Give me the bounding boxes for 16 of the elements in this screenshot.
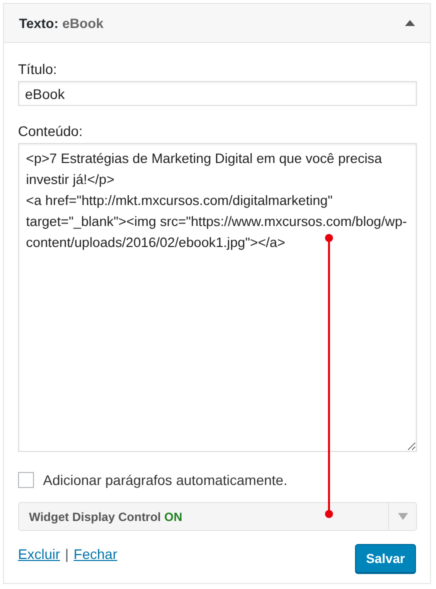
title-input[interactable]: eBook bbox=[18, 81, 417, 106]
content-textarea[interactable]: <p>7 Estratégias de Marketing Digital em que você precisa investir já!</p> <a href="http://mkt.mxcursos.com/digitalmarketing" target="_blank"><img src="https://www.mxcursos.com/blog/wp-content/uploads/2016/02/ebook1.jpg"></a> bbox=[18, 143, 417, 452]
title-label: Título: bbox=[18, 60, 58, 78]
delete-link[interactable]: Excluir bbox=[18, 546, 60, 562]
widget-title: Texto: eBook bbox=[19, 16, 104, 30]
collapse-arrow-icon[interactable] bbox=[405, 20, 415, 26]
link-separator: | bbox=[65, 546, 69, 562]
content-label: Conteúdo: bbox=[18, 122, 84, 140]
display-control-label: Widget Display Control ON bbox=[28, 510, 182, 524]
auto-paragraphs-checkbox[interactable] bbox=[18, 472, 34, 488]
display-control-dropdown[interactable]: Widget Display Control ON bbox=[18, 502, 417, 531]
auto-paragraphs-label: Adicionar parágrafos automaticamente. bbox=[43, 472, 288, 488]
save-button[interactable]: Salvar bbox=[354, 544, 416, 573]
widget-header[interactable]: Texto: eBook bbox=[4, 4, 430, 43]
dropdown-arrow-icon[interactable] bbox=[398, 513, 408, 520]
close-link[interactable]: Fechar bbox=[74, 546, 118, 562]
